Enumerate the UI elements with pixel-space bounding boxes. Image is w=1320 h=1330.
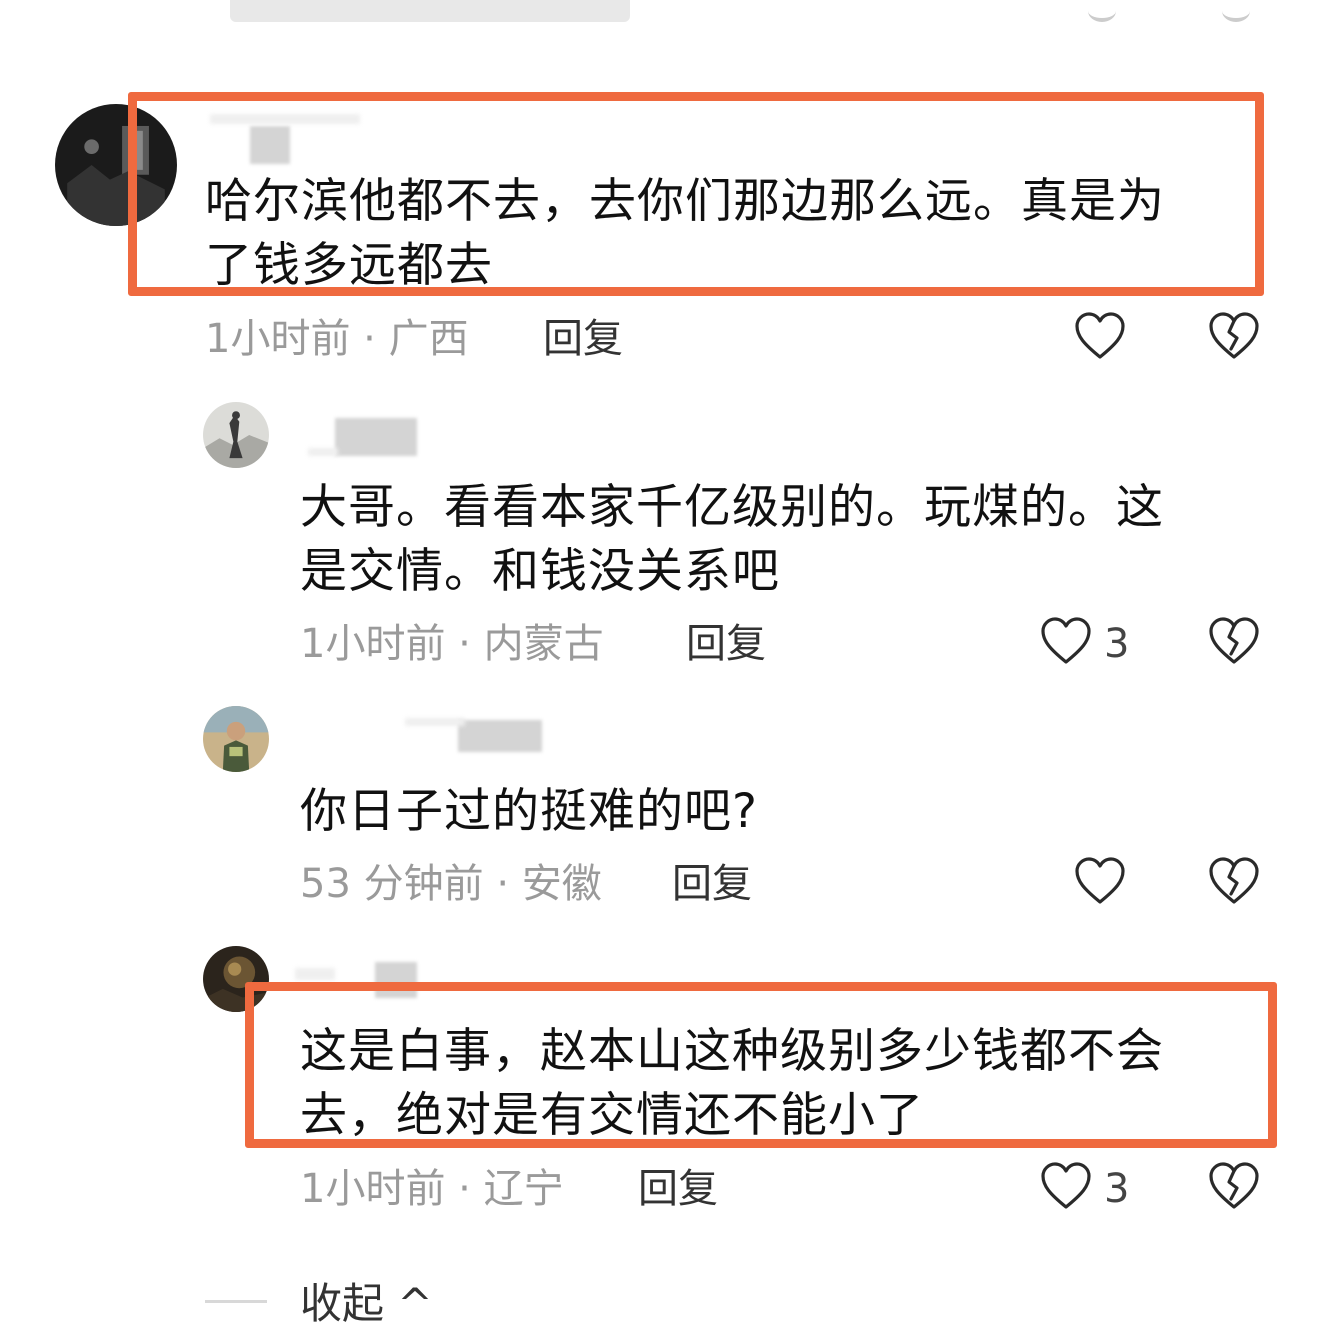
username-blurred[interactable]: [250, 126, 290, 164]
heart-outline-icon: [1041, 1162, 1091, 1209]
comment-text: 大哥。看看本家千亿级别的。玩煤的。这 是交情。和钱没关系吧: [300, 480, 1164, 599]
collapse-replies-button[interactable]: 收起 ^: [300, 1278, 433, 1330]
avatar[interactable]: [203, 402, 269, 468]
username-blurred: [210, 114, 360, 124]
comment-meta: 53 分钟前 · 安徽: [300, 861, 602, 907]
like-count: 3: [1104, 1166, 1130, 1212]
broken-heart-icon: [1209, 1162, 1259, 1209]
like-button[interactable]: [1074, 312, 1126, 360]
comment-meta: 1小时前 · 内蒙古: [300, 621, 604, 667]
dislike-button[interactable]: [1208, 312, 1260, 360]
previous-comment-residue: [230, 0, 630, 22]
like-button[interactable]: [1074, 857, 1126, 905]
dislike-button[interactable]: [1208, 617, 1260, 665]
dislike-button[interactable]: [1208, 1162, 1260, 1210]
reply-button[interactable]: 回复: [686, 620, 766, 668]
reply-button[interactable]: 回复: [543, 315, 623, 363]
username-blurred[interactable]: [375, 962, 417, 998]
reply-button[interactable]: 回复: [638, 1165, 718, 1213]
avatar[interactable]: [203, 706, 269, 772]
username-blurred[interactable]: [335, 418, 417, 456]
username-blurred[interactable]: [458, 720, 542, 752]
reply-button[interactable]: 回复: [672, 860, 752, 908]
username-blurred: [405, 718, 465, 726]
broken-heart-icon: [1209, 857, 1259, 904]
previous-like-icon-residue: [1088, 0, 1116, 22]
comment-meta: 1小时前 · 广西: [205, 316, 469, 362]
avatar-image: [203, 402, 269, 468]
avatar[interactable]: [203, 946, 269, 1012]
username-blurred: [308, 448, 338, 456]
avatar-image: [203, 706, 269, 772]
broken-heart-icon: [1209, 312, 1259, 359]
avatar-image: [55, 104, 177, 226]
heart-outline-icon: [1041, 617, 1091, 664]
comment-text: 你日子过的挺难的吧?: [300, 784, 758, 839]
heart-outline-icon: [1075, 312, 1125, 359]
comment-text: 这是白事，赵本山这种级别多少钱都不会 去，绝对是有交情还不能小了: [300, 1024, 1164, 1143]
username-blurred: [295, 968, 335, 980]
avatar-image: [203, 946, 269, 1012]
previous-dislike-icon-residue: [1222, 0, 1250, 22]
collapse-divider: [205, 1300, 267, 1303]
broken-heart-icon: [1209, 617, 1259, 664]
like-button[interactable]: [1040, 1162, 1092, 1210]
like-count: 3: [1104, 621, 1130, 667]
comment-meta: 1小时前 · 辽宁: [300, 1166, 564, 1212]
comment-text: 哈尔滨他都不去，去你们那边那么远。真是为 了钱多远都去: [205, 174, 1165, 293]
heart-outline-icon: [1075, 857, 1125, 904]
avatar[interactable]: [55, 104, 177, 226]
like-button[interactable]: [1040, 617, 1092, 665]
dislike-button[interactable]: [1208, 857, 1260, 905]
